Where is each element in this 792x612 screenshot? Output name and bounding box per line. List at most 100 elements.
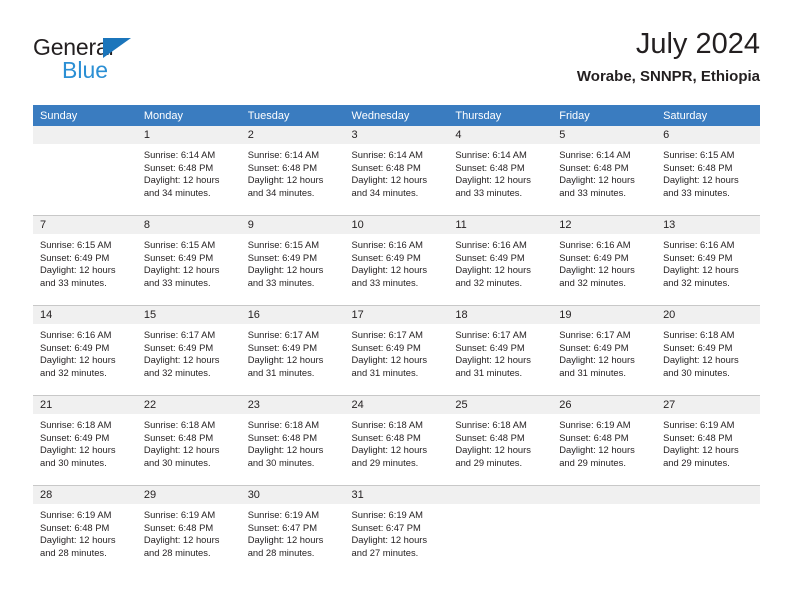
daylight-text-line2: and 28 minutes.: [247, 546, 315, 558]
day-number: 9: [240, 216, 345, 234]
day-detail: Sunrise: 6:16 AM Sunset: 6:49 PM Daylight:…: [33, 324, 137, 379]
sunrise-text: Sunrise: 6:17 AM: [247, 329, 320, 340]
sunrise-text: Sunrise: 6:14 AM: [247, 149, 320, 160]
calendar-day-cell[interactable]: 11 Sunrise: 6:16 AM Sunset: 6:49 PM Dayligh…: [448, 215, 553, 306]
sunset-text: Sunset: 6:47 PM: [247, 521, 317, 533]
logo-triangle-icon: [103, 38, 131, 58]
day-number: 30: [240, 486, 345, 504]
daylight-text-line2: and 31 minutes.: [247, 366, 315, 378]
calendar-day-cell[interactable]: 24 Sunrise: 6:18 AM Sunset: 6:48 PM Dayligh…: [344, 395, 449, 486]
calendar-day-cell[interactable]: 18 Sunrise: 6:17 AM Sunset: 6:49 PM Dayligh…: [448, 305, 553, 396]
calendar-day-cell[interactable]: 26 Sunrise: 6:19 AM Sunset: 6:48 PM Dayligh…: [552, 395, 657, 486]
daylight-text-line1: Daylight: 12 hours: [247, 444, 324, 456]
day-detail: Sunrise: 6:18 AM Sunset: 6:48 PM Daylight:…: [448, 414, 552, 469]
sunset-text: Sunset: 6:49 PM: [247, 251, 317, 263]
calendar-day-cell-empty: [656, 485, 760, 575]
sunset-text: Sunset: 6:48 PM: [247, 161, 317, 173]
daylight-text-line2: and 33 minutes.: [247, 276, 315, 288]
calendar-day-cell[interactable]: 27 Sunrise: 6:19 AM Sunset: 6:48 PM Dayligh…: [656, 395, 760, 486]
daylight-text-line2: and 29 minutes.: [455, 456, 523, 468]
daylight-text-line1: Daylight: 12 hours: [247, 264, 324, 276]
sunrise-text: Sunrise: 6:18 AM: [40, 419, 112, 430]
calendar-page: General Blue July 2024 Worabe, SNNPR, Et…: [0, 0, 792, 612]
calendar-day-cell[interactable]: 21 Sunrise: 6:18 AM Sunset: 6:49 PM Dayligh…: [33, 395, 137, 486]
calendar-day-cell[interactable]: 15 Sunrise: 6:17 AM Sunset: 6:49 PM Dayligh…: [136, 305, 241, 396]
daylight-text-line2: and 30 minutes.: [247, 456, 315, 468]
daylight-text-line2: and 32 minutes.: [40, 366, 107, 378]
day-detail: Sunrise: 6:19 AM Sunset: 6:48 PM Daylight:…: [33, 504, 137, 559]
day-detail: Sunrise: 6:15 AM Sunset: 6:49 PM Daylight:…: [241, 234, 345, 289]
calendar-day-cell[interactable]: 2 Sunrise: 6:14 AM Sunset: 6:48 PM Daylight…: [240, 126, 345, 216]
day-number: 1: [136, 126, 241, 144]
daylight-text-line2: and 33 minutes.: [351, 276, 419, 288]
calendar-day-cell[interactable]: 13 Sunrise: 6:16 AM Sunset: 6:49 PM Dayligh…: [656, 215, 760, 306]
daylight-text-line1: Daylight: 12 hours: [559, 354, 635, 366]
calendar-day-cell[interactable]: 1 Sunrise: 6:14 AM Sunset: 6:48 PM Daylight…: [136, 126, 241, 216]
daylight-text-line2: and 28 minutes.: [40, 546, 107, 558]
daylight-text-line2: and 30 minutes.: [40, 456, 107, 468]
sunrise-text: Sunrise: 6:18 AM: [455, 419, 527, 430]
calendar-day-cell[interactable]: 29 Sunrise: 6:19 AM Sunset: 6:48 PM Dayligh…: [136, 485, 241, 575]
sunrise-text: Sunrise: 6:18 AM: [247, 419, 320, 430]
daylight-text-line1: Daylight: 12 hours: [247, 534, 324, 546]
day-number: 19: [552, 306, 657, 324]
calendar-day-cell[interactable]: 14 Sunrise: 6:16 AM Sunset: 6:49 PM Dayligh…: [33, 305, 137, 396]
calendar-day-cell[interactable]: 28 Sunrise: 6:19 AM Sunset: 6:48 PM Dayligh…: [33, 485, 137, 575]
sunrise-text: Sunrise: 6:19 AM: [351, 509, 423, 520]
daylight-text-line1: Daylight: 12 hours: [40, 264, 116, 276]
daylight-text-line1: Daylight: 12 hours: [663, 444, 739, 456]
day-number: [33, 126, 137, 144]
sunset-text: Sunset: 6:49 PM: [143, 341, 214, 353]
calendar-day-cell[interactable]: 12 Sunrise: 6:16 AM Sunset: 6:49 PM Dayligh…: [552, 215, 657, 306]
sunset-text: Sunset: 6:49 PM: [40, 251, 110, 263]
daylight-text-line2: and 28 minutes.: [143, 546, 211, 558]
sunset-text: Sunset: 6:48 PM: [351, 161, 421, 173]
day-detail: Sunrise: 6:19 AM Sunset: 6:48 PM Daylight:…: [552, 414, 656, 469]
day-number: 29: [136, 486, 241, 504]
page-title: July 2024: [635, 28, 760, 60]
calendar-day-cell[interactable]: 30 Sunrise: 6:19 AM Sunset: 6:47 PM Dayligh…: [240, 485, 345, 575]
calendar-day-cell[interactable]: 25 Sunrise: 6:18 AM Sunset: 6:48 PM Dayligh…: [448, 395, 553, 486]
calendar-day-cell[interactable]: 6 Sunrise: 6:15 AM Sunset: 6:48 PM Daylight…: [656, 126, 760, 216]
daylight-text-line2: and 30 minutes.: [143, 456, 211, 468]
day-detail: Sunrise: 6:17 AM Sunset: 6:49 PM Daylight:…: [552, 324, 656, 379]
calendar-day-cell[interactable]: 19 Sunrise: 6:17 AM Sunset: 6:49 PM Dayligh…: [552, 305, 657, 396]
calendar-day-cell[interactable]: 16 Sunrise: 6:17 AM Sunset: 6:49 PM Dayligh…: [240, 305, 345, 396]
calendar-day-cell[interactable]: 10 Sunrise: 6:16 AM Sunset: 6:49 PM Dayligh…: [344, 215, 449, 306]
calendar-day-cell[interactable]: 4 Sunrise: 6:14 AM Sunset: 6:48 PM Daylight…: [448, 126, 553, 216]
sunrise-text: Sunrise: 6:14 AM: [351, 149, 423, 160]
day-number: 15: [136, 306, 241, 324]
calendar-day-cell[interactable]: 22 Sunrise: 6:18 AM Sunset: 6:48 PM Dayligh…: [136, 395, 241, 486]
daylight-text-line1: Daylight: 12 hours: [351, 444, 428, 456]
calendar-grid: Sunday Monday Tuesday Wednesday Thursday…: [33, 105, 760, 575]
calendar-day-cell[interactable]: 17 Sunrise: 6:17 AM Sunset: 6:49 PM Dayligh…: [344, 305, 449, 396]
generalblue-logo[interactable]: General Blue: [33, 34, 233, 90]
sunrise-text: Sunrise: 6:16 AM: [40, 329, 112, 340]
daylight-text-line2: and 31 minutes.: [351, 366, 419, 378]
sunset-text: Sunset: 6:48 PM: [663, 161, 733, 173]
daylight-text-line1: Daylight: 12 hours: [351, 534, 428, 546]
daylight-text-line1: Daylight: 12 hours: [455, 264, 531, 276]
calendar-day-cell[interactable]: 20 Sunrise: 6:18 AM Sunset: 6:49 PM Dayligh…: [656, 305, 760, 396]
calendar-day-cell-empty: [448, 485, 553, 575]
calendar-day-cell[interactable]: 31 Sunrise: 6:19 AM Sunset: 6:47 PM Dayligh…: [344, 485, 449, 575]
calendar-day-cell[interactable]: 3 Sunrise: 6:14 AM Sunset: 6:48 PM Daylight…: [344, 126, 449, 216]
daylight-text-line2: and 33 minutes.: [40, 276, 107, 288]
day-number: 2: [240, 126, 345, 144]
day-detail: Sunrise: 6:19 AM Sunset: 6:47 PM Daylight:…: [345, 504, 449, 559]
calendar-body: 1 Sunrise: 6:14 AM Sunset: 6:48 PM Daylight…: [33, 126, 760, 575]
page-subtitle-location: Worabe, SNNPR, Ethiopia: [576, 68, 760, 85]
calendar-day-cell[interactable]: 8 Sunrise: 6:15 AM Sunset: 6:49 PM Daylight…: [136, 215, 241, 306]
calendar-day-cell[interactable]: 23 Sunrise: 6:18 AM Sunset: 6:48 PM Dayligh…: [240, 395, 345, 486]
day-detail: Sunrise: 6:18 AM Sunset: 6:48 PM Daylight:…: [241, 414, 345, 469]
sunrise-text: Sunrise: 6:16 AM: [559, 239, 631, 250]
sunset-text: Sunset: 6:48 PM: [143, 431, 214, 443]
daylight-text-line1: Daylight: 12 hours: [143, 354, 220, 366]
daylight-text-line2: and 31 minutes.: [559, 366, 626, 378]
calendar-day-cell[interactable]: 9 Sunrise: 6:15 AM Sunset: 6:49 PM Daylight…: [240, 215, 345, 306]
day-number: 24: [344, 396, 449, 414]
calendar-day-cell[interactable]: 7 Sunrise: 6:15 AM Sunset: 6:49 PM Daylight…: [33, 215, 137, 306]
sunset-text: Sunset: 6:48 PM: [40, 521, 110, 533]
calendar-day-cell[interactable]: 5 Sunrise: 6:14 AM Sunset: 6:48 PM Daylight…: [552, 126, 657, 216]
sunset-text: Sunset: 6:48 PM: [455, 431, 525, 443]
